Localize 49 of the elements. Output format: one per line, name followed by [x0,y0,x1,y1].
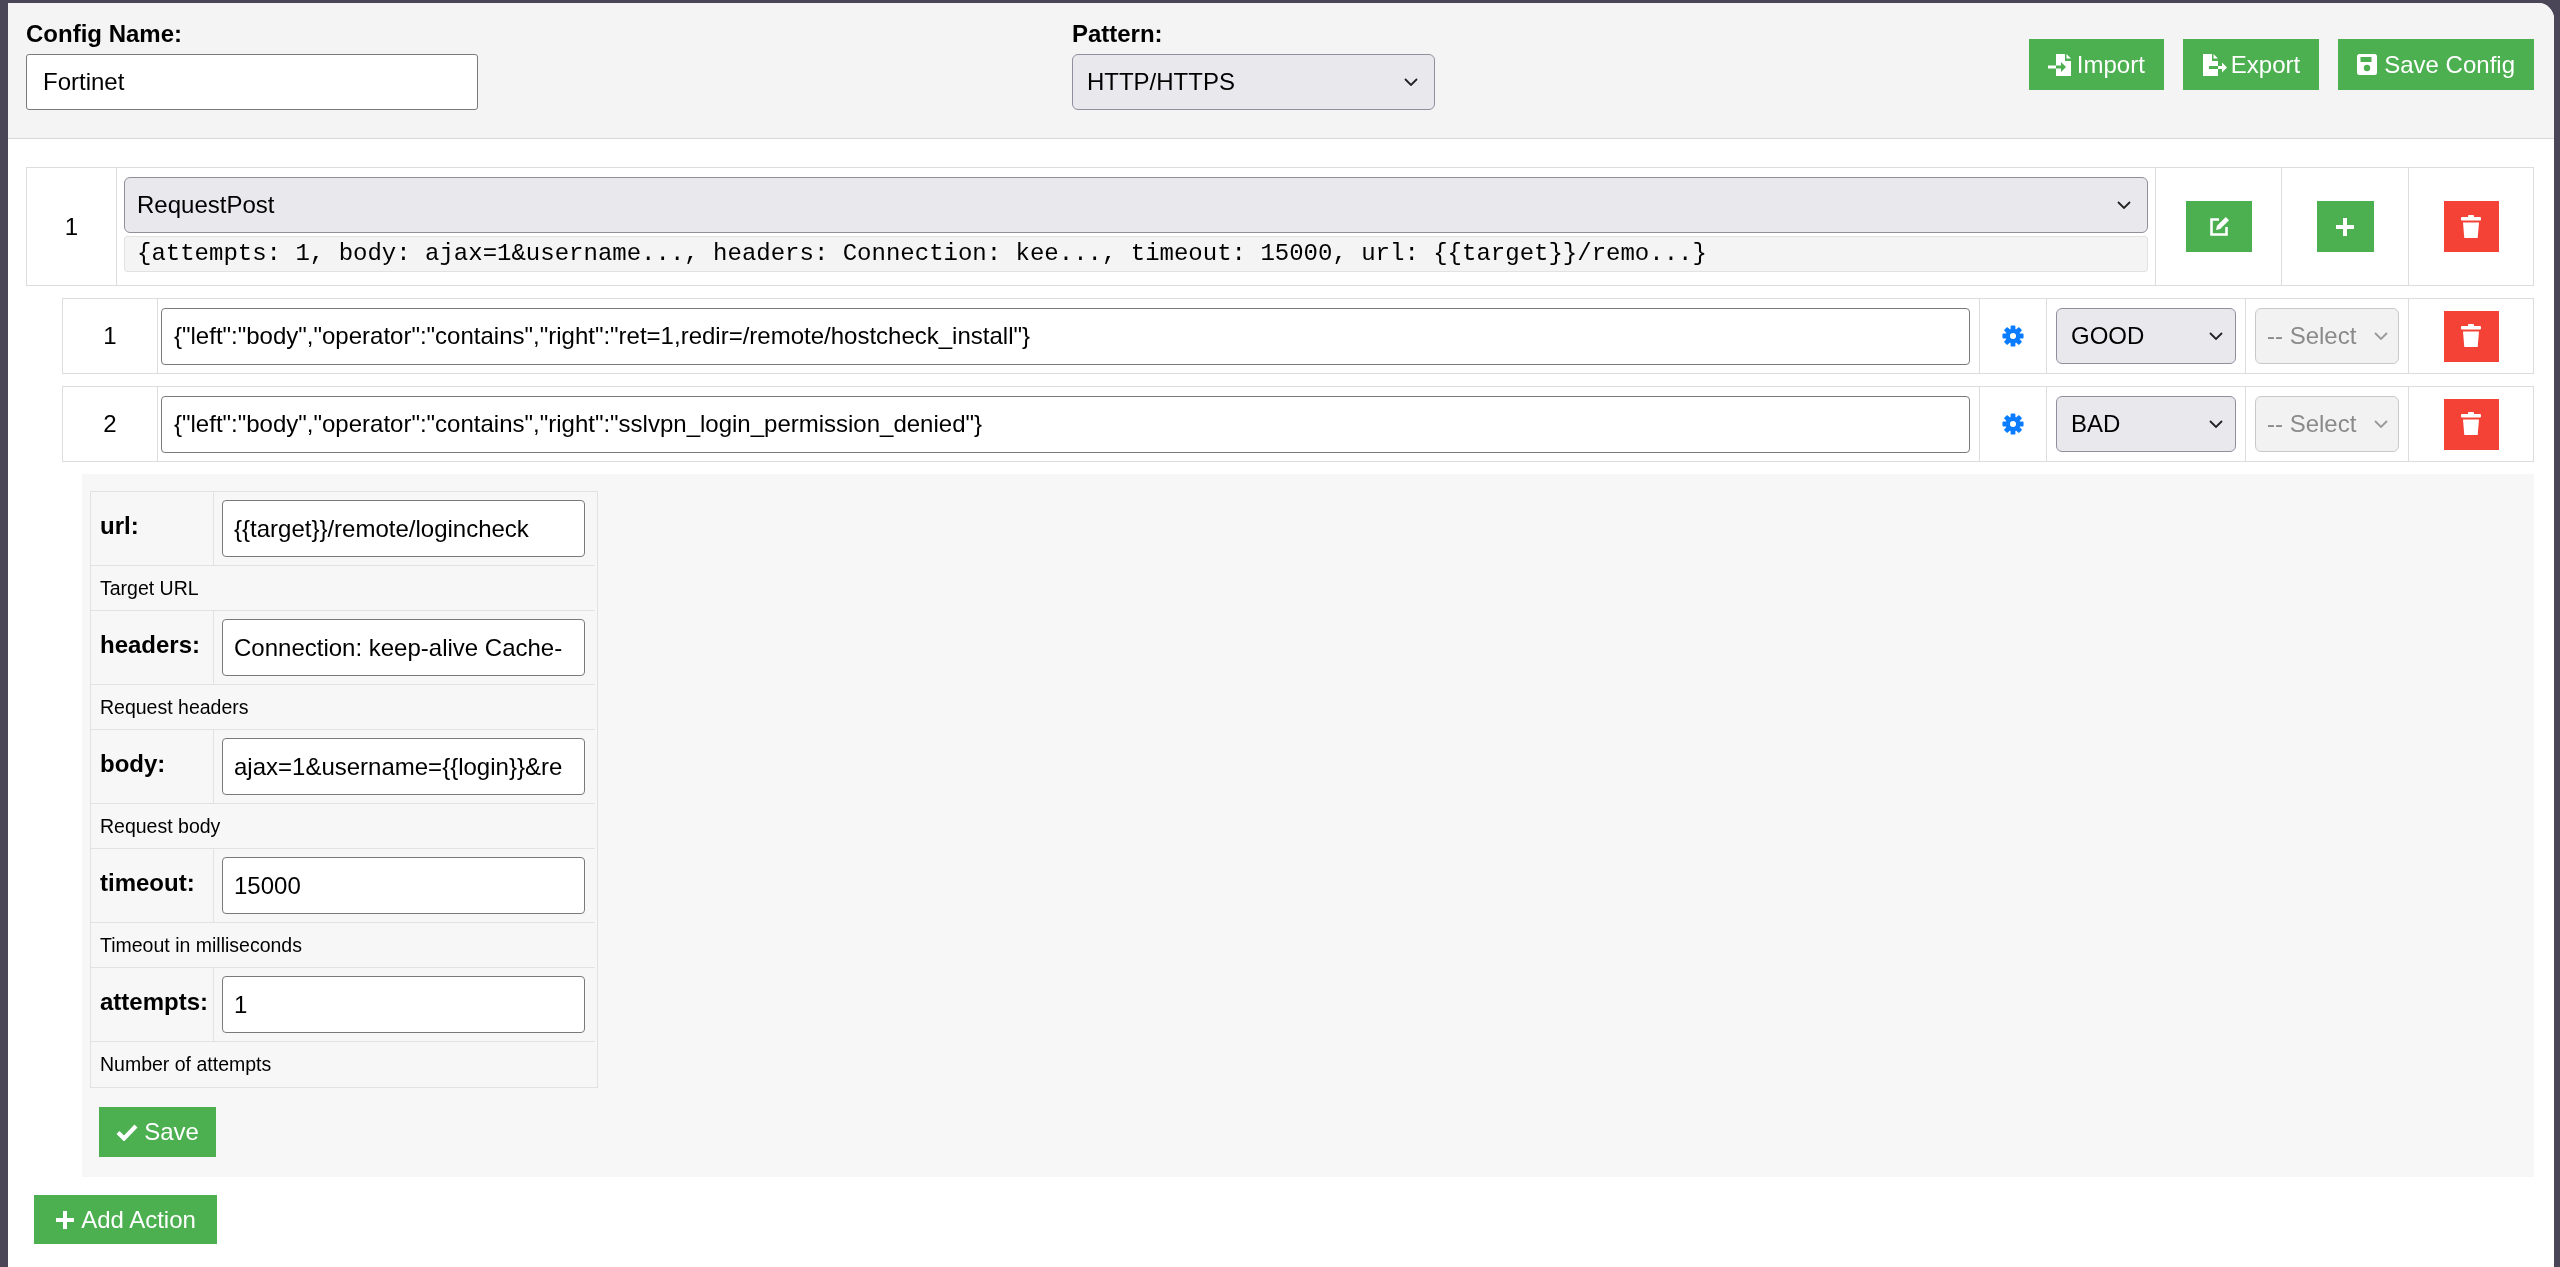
edit-button[interactable] [2185,201,2252,252]
field-label: timeout: [91,849,214,923]
condition-field[interactable]: {"left":"body","operator":"contains","right":"sslvpn_login_permission_denied"} [161,395,1970,453]
field-label: url: [91,492,214,566]
pattern-label: Pattern: [1071,20,1164,48]
condition-field[interactable]: {"left":"body","operator":"contains","right":"ret=1,redir=/remote/hostcheck_install"} [161,307,1970,365]
field-description: Timeout in milliseconds [91,923,595,968]
delete-button[interactable] [2443,201,2499,252]
chevron-down-icon [2209,332,2223,340]
action-type-dropdown[interactable]: RequestPost [124,177,2148,233]
delete-button[interactable] [2443,310,2499,362]
trash-icon [2461,412,2481,436]
row-number: 2 [63,387,158,461]
field-label: body: [91,730,214,804]
field-label: headers: [91,611,214,685]
chevron-down-icon [2374,420,2388,428]
file-arrow-out-icon [2201,52,2228,77]
config-name-label: Config Name: [26,20,183,48]
field-label: attempts: [91,968,214,1042]
chevron-down-icon [1403,78,1418,86]
field-description: Number of attempts [99,1052,273,1077]
pattern-dropdown[interactable]: HTTP/HTTPS [1071,54,1435,110]
trash-icon [2461,214,2481,239]
result-dropdown[interactable]: GOOD [2056,308,2236,364]
setting-field[interactable]: ajax=1&username={{login}}&re [222,738,585,795]
setting-field[interactable]: Connection: keep-alive Cache- [222,619,585,676]
chevron-down-icon [2117,201,2131,209]
field-description: Request headers [91,685,595,730]
check-icon [116,1123,139,1141]
setting-field[interactable]: {{target}}/remote/logincheck [222,500,585,557]
action-summary: {attempts: 1, body: ajax=1&username..., headers: Connection: kee..., timeout: 15000, url: {{target}}/remo...} [124,236,2148,272]
gear-icon[interactable] [2002,325,2024,347]
trash-icon [2461,324,2481,348]
field-description: Target URL [91,566,595,611]
add-condition-button[interactable] [2316,201,2374,252]
setting-field[interactable]: 15000 [222,857,585,914]
plus-icon [2335,216,2355,237]
file-arrow-in-icon [2047,52,2074,77]
row-number: 1 [27,168,117,285]
field-description: Request body [91,804,595,849]
result-dropdown[interactable]: BAD [2056,396,2236,452]
setting-field[interactable]: 1 [222,976,585,1033]
delete-button[interactable] [2443,398,2499,450]
chevron-down-icon [2209,420,2223,428]
plus-icon [55,1209,76,1230]
config-name-field[interactable]: Fortinet [26,54,478,110]
gear-icon[interactable] [2002,413,2024,435]
row-number: 1 [63,299,158,373]
chevron-down-icon [2374,332,2388,340]
